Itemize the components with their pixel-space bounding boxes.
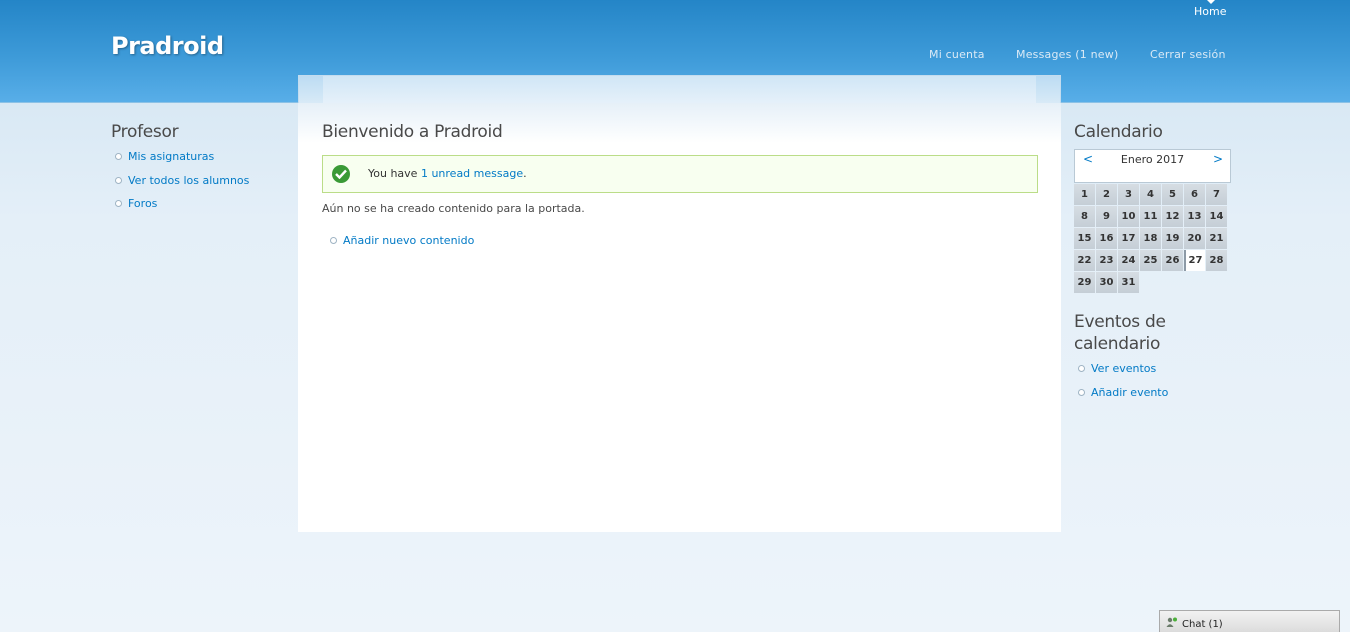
calendar-day[interactable]: 12 [1162, 206, 1183, 227]
view-events-link[interactable]: Ver eventos [1091, 362, 1156, 375]
calendar-day[interactable]: 2 [1096, 184, 1117, 205]
bullet-icon [1078, 365, 1085, 372]
chat-users-icon [1166, 617, 1178, 631]
sidebar-block-title: Profesor [111, 122, 179, 142]
calendar-grid: 1 2 3 4 5 6 7 8 9 10 11 12 13 14 15 16 17 18 19 20 21 22 23 24 2… [1074, 184, 1231, 293]
sidebar-right: Calendario < Enero 2017 > 1 2 3 4 5 6 7 8 9 10 11 1… [1074, 121, 1234, 408]
unread-message-link[interactable]: 1 unread message [421, 167, 523, 180]
calendar-day[interactable]: 5 [1162, 184, 1183, 205]
menu-item: Ver todos los alumnos [111, 173, 291, 197]
calendar-month: Enero 2017 [1120, 153, 1185, 166]
calendar-day[interactable]: 27 [1184, 250, 1205, 271]
all-students-link[interactable]: Ver todos los alumnos [128, 174, 249, 187]
calendar-day[interactable]: 24 [1118, 250, 1139, 271]
calendar-next-button[interactable]: > [1213, 152, 1223, 166]
calendar-day[interactable]: 30 [1096, 272, 1117, 293]
calendar-day[interactable]: 10 [1118, 206, 1139, 227]
status-message: You have 1 unread message. [322, 155, 1038, 193]
calendar-day[interactable]: 7 [1206, 184, 1227, 205]
calendar-day[interactable]: 17 [1118, 228, 1139, 249]
calendar-day[interactable]: 14 [1206, 206, 1227, 227]
site-name[interactable]: Pradroid [111, 32, 224, 60]
teacher-menu: Mis asignaturas Ver todos los alumnos Fo… [111, 149, 291, 220]
calendar-day[interactable]: 31 [1118, 272, 1139, 293]
calendar-day[interactable]: 4 [1140, 184, 1161, 205]
my-subjects-link[interactable]: Mis asignaturas [128, 150, 214, 163]
menu-item: Añadir evento [1074, 385, 1234, 409]
calendar-day[interactable]: 22 [1074, 250, 1095, 271]
calendar-day[interactable]: 23 [1096, 250, 1117, 271]
calendar-day[interactable]: 29 [1074, 272, 1095, 293]
messages-link[interactable]: Messages (1 new) [1016, 48, 1118, 61]
sidebar-left: Profesor Mis asignaturas Ver todos los a… [111, 121, 291, 220]
no-content-text: Aún no se ha creado contenido para la po… [322, 202, 585, 215]
bullet-icon [115, 200, 122, 207]
calendar-day[interactable]: 18 [1140, 228, 1161, 249]
add-event-link[interactable]: Añadir evento [1091, 386, 1168, 399]
calendar-day[interactable]: 15 [1074, 228, 1095, 249]
main-content: Bienvenido a Pradroid You have 1 unread … [298, 75, 1061, 532]
bullet-icon [115, 176, 122, 184]
page-title: Bienvenido a Pradroid [322, 122, 503, 142]
active-tab-marker [1207, 0, 1215, 4]
calendar-day[interactable]: 28 [1206, 250, 1227, 271]
menu-item: Añadir nuevo contenido [326, 233, 474, 257]
events-block-title: Eventos de calendario [1074, 312, 1166, 354]
calendar-header: < Enero 2017 > [1074, 149, 1231, 183]
calendar-day[interactable]: 21 [1206, 228, 1227, 249]
events-menu: Ver eventos Añadir evento [1074, 361, 1234, 408]
calendar-day[interactable]: 25 [1140, 250, 1161, 271]
forums-link[interactable]: Foros [128, 197, 157, 210]
calendar-day[interactable]: 13 [1184, 206, 1205, 227]
bullet-icon [115, 153, 122, 160]
calendar-day[interactable]: 16 [1096, 228, 1117, 249]
content-actions: Añadir nuevo contenido [326, 233, 474, 257]
calendar-day[interactable]: 6 [1184, 184, 1205, 205]
chat-bar[interactable]: Chat (1) [1159, 610, 1340, 632]
calendar-day[interactable]: 20 [1184, 228, 1205, 249]
main-top-band [298, 75, 1061, 104]
bullet-icon [1078, 388, 1085, 396]
nav-home-link[interactable]: Home [1194, 5, 1226, 18]
chat-label: Chat (1) [1182, 619, 1223, 630]
calendar: < Enero 2017 > 1 2 3 4 5 6 7 8 9 10 11 12 13 14 15 16 17… [1074, 149, 1231, 293]
calendar-day[interactable]: 3 [1118, 184, 1139, 205]
check-icon [332, 165, 350, 183]
add-content-link[interactable]: Añadir nuevo contenido [343, 234, 474, 247]
calendar-day[interactable]: 26 [1162, 250, 1183, 271]
calendar-day[interactable]: 1 [1074, 184, 1095, 205]
status-text: You have 1 unread message. [368, 167, 527, 180]
calendar-day[interactable]: 8 [1074, 206, 1095, 227]
my-account-link[interactable]: Mi cuenta [929, 48, 985, 61]
menu-item: Foros [111, 196, 291, 220]
calendar-day[interactable]: 19 [1162, 228, 1183, 249]
calendar-block-title: Calendario [1074, 122, 1163, 142]
logout-link[interactable]: Cerrar sesión [1150, 48, 1226, 61]
bullet-icon [330, 237, 337, 244]
calendar-day[interactable]: 9 [1096, 206, 1117, 227]
calendar-day[interactable]: 11 [1140, 206, 1161, 227]
menu-item: Ver eventos [1074, 361, 1234, 385]
menu-item: Mis asignaturas [111, 149, 291, 173]
